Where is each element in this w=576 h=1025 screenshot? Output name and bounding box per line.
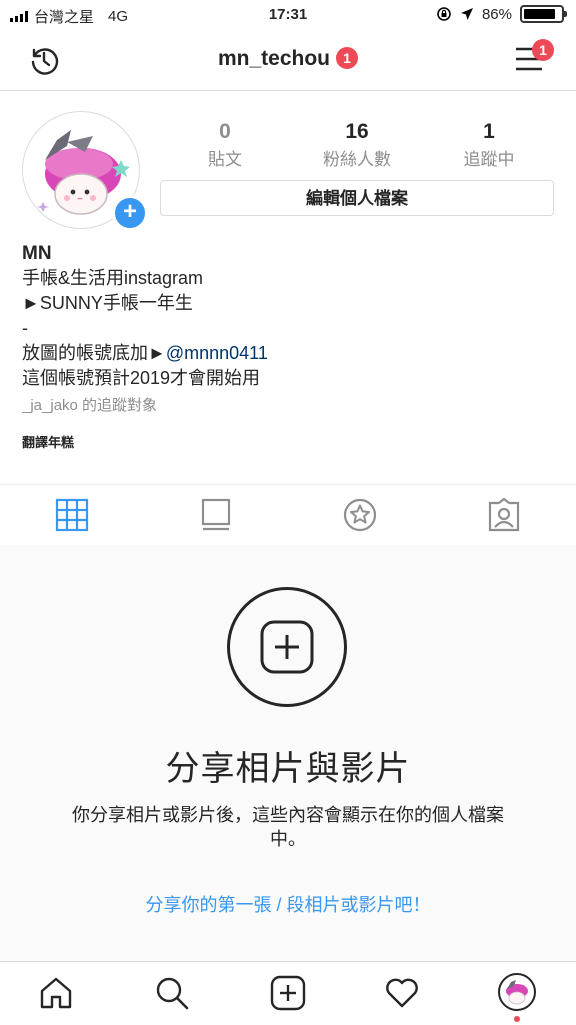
activity-dot <box>514 1016 520 1022</box>
edit-profile-button[interactable]: 編輯個人檔案 <box>160 180 554 216</box>
bio-text: 放圖的帳號底加► <box>22 343 166 363</box>
following-label: 追蹤中 <box>463 150 515 169</box>
empty-state: 分享相片與影片 你分享相片或影片後，這些內容會顯示在你的個人檔案中。 分享你的第… <box>0 545 576 960</box>
status-bar: 台灣之星 4G 17:31 86% <box>0 0 576 30</box>
posts-label: 貼文 <box>208 150 242 169</box>
battery-percent: 86% <box>481 5 512 23</box>
feed-icon[interactable] <box>198 497 234 533</box>
heart-icon[interactable] <box>384 975 420 1011</box>
profile-tabs <box>0 484 576 546</box>
new-post-icon[interactable] <box>270 975 306 1011</box>
menu-badge: 1 <box>532 39 554 61</box>
bio-line: - <box>22 318 28 338</box>
empty-description: 你分享相片或影片後，這些內容會顯示在你的個人檔案中。 <box>72 805 504 849</box>
bio-line: 放圖的帳號底加►@mnnn0411 <box>22 341 552 366</box>
bio-line: 手帳&生活用instagram <box>22 268 204 288</box>
grid-icon[interactable] <box>54 497 90 533</box>
notification-badge: 1 <box>336 47 358 69</box>
saved-star-icon[interactable] <box>342 497 378 533</box>
add-post-icon <box>260 620 314 674</box>
posts-stat[interactable]: 0 貼文 <box>160 120 290 170</box>
share-first-link[interactable]: 分享你的第一張 / 段相片或影片吧！ <box>0 891 576 917</box>
add-story-button[interactable]: + <box>112 195 148 231</box>
followers-label: 粉絲人數 <box>323 150 391 169</box>
rotation-lock-icon <box>437 7 451 21</box>
following-count: 1 <box>483 120 495 143</box>
avatar-thumbnail <box>506 980 528 1005</box>
username-title[interactable]: mn_techou 1 <box>0 47 576 71</box>
followers-stat[interactable]: 16 粉絲人數 <box>292 120 422 170</box>
bio-line: 這個帳號預計2019才會開始用 <box>22 368 261 388</box>
upload-circle[interactable] <box>227 587 347 707</box>
profile-header: mn_techou 1 1 <box>0 30 576 91</box>
battery-icon <box>520 5 567 23</box>
bio-line: ►SUNNY手帳一年生 <box>22 293 193 313</box>
translate-link[interactable]: 翻譯年糕 <box>22 430 552 455</box>
search-icon[interactable] <box>154 975 190 1011</box>
location-arrow-icon <box>460 8 473 20</box>
following-stat[interactable]: 1 追蹤中 <box>424 120 554 170</box>
posts-count: 0 <box>219 120 231 143</box>
bio: MN 手帳&生活用instagram ►SUNNY手帳一年生 - 放圖的帳號底加… <box>22 241 552 455</box>
followed-by-link[interactable]: _ja_jako 的追蹤對象 <box>22 393 552 418</box>
followers-count: 16 <box>345 120 369 143</box>
profile-tab-avatar[interactable] <box>498 973 536 1011</box>
bottom-nav <box>0 961 576 1025</box>
menu-button[interactable]: 1 <box>514 39 554 79</box>
mention-link[interactable]: @mnnn0411 <box>166 343 268 363</box>
empty-title: 分享相片與影片 <box>165 750 411 788</box>
profile-name: MN <box>22 243 52 264</box>
profile-section: + 0 貼文 16 粉絲人數 1 追蹤中 編輯個人檔案 MN 手帳&生活用ins… <box>0 91 576 483</box>
tagged-icon[interactable] <box>486 497 522 533</box>
home-icon[interactable] <box>38 975 74 1011</box>
username: mn_techou <box>217 47 330 70</box>
